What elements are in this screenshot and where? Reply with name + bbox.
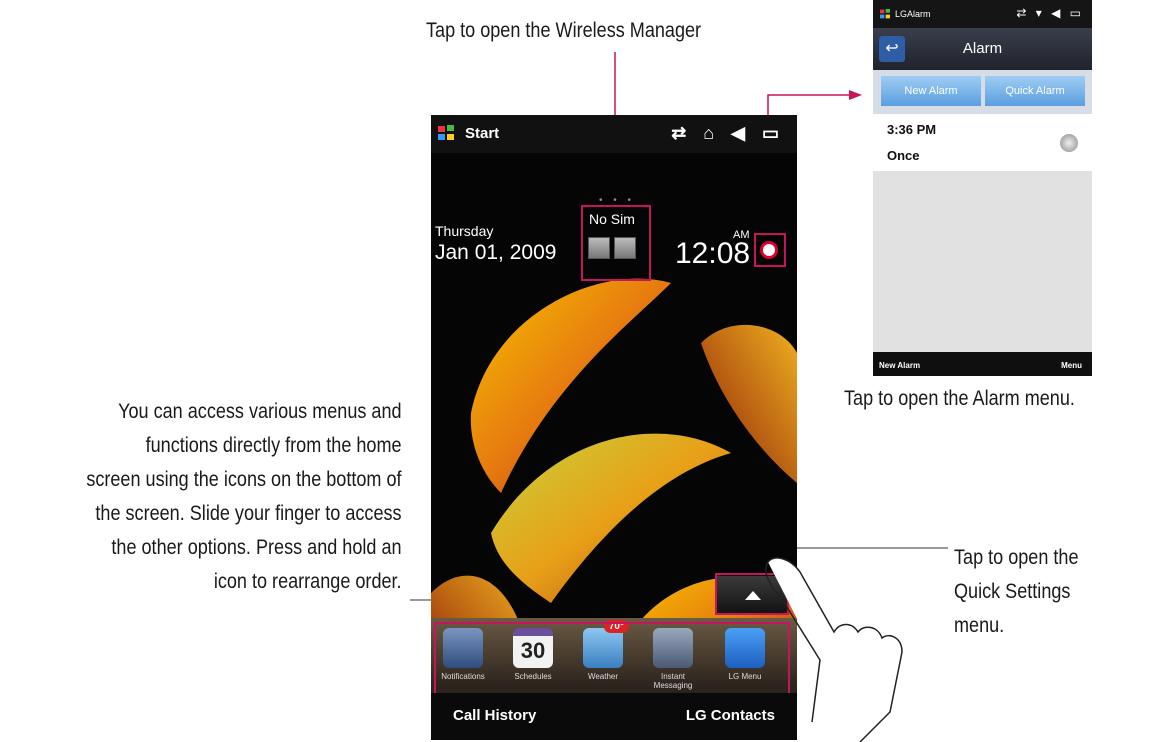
clock-time: 12:08 xyxy=(675,237,751,270)
alarm-button-bar: New Alarm Quick Alarm xyxy=(873,70,1092,114)
home-callout-line: functions directly from the home xyxy=(146,434,402,457)
date-label: Jan 01, 2009 xyxy=(435,241,557,264)
alarm-title: Alarm xyxy=(962,40,1003,57)
alarm-list-item[interactable]: 3:36 PM Once xyxy=(873,114,1092,171)
start-button[interactable]: Start xyxy=(465,125,499,142)
alarm-time: 3:36 PM xyxy=(887,122,937,137)
alarm-screen: LGAlarm ⇄ ▾ ◀ ▭ ↩ Alarm New Alarm Quick … xyxy=(873,0,1092,376)
alarm-status-bar: LGAlarm ⇄ ▾ ◀ ▭ xyxy=(873,0,1092,28)
quick-alarm-button[interactable]: Quick Alarm xyxy=(985,76,1085,106)
quick-settings-line: Tap to open the xyxy=(954,546,1079,569)
alarm-app-title: LGAlarm xyxy=(895,9,931,19)
home-callout-line: icon to rearrange order. xyxy=(214,570,402,593)
new-alarm-button[interactable]: New Alarm xyxy=(881,76,981,106)
windows-logo-icon[interactable] xyxy=(879,9,891,19)
alarm-empty-area xyxy=(873,171,1092,352)
alarm-status-icons[interactable]: ⇄ ▾ ◀ ▭ xyxy=(1016,6,1084,20)
wallpaper: • • • Thursday Jan 01, 2009 No Sim AM 12… xyxy=(431,153,797,728)
home-callout-line: screen using the icons on the bottom of xyxy=(86,468,402,491)
menu-softkey[interactable]: Menu xyxy=(1061,361,1082,370)
alarm-arrowhead xyxy=(849,90,862,100)
windows-logo-icon[interactable] xyxy=(437,125,455,141)
new-alarm-softkey[interactable]: New Alarm xyxy=(879,361,920,370)
quick-settings-line: Quick Settings xyxy=(954,580,1071,603)
wireless-highlight-box xyxy=(581,205,651,281)
quick-settings-callout: Tap to open the Quick Settings menu. xyxy=(954,541,1079,643)
home-callout-line: the screen. Slide your finger to access xyxy=(95,502,402,525)
alarm-highlight-box xyxy=(754,233,786,267)
phone-home-screen: Start ⇄ ⌂ ◀ ▭ • • • Thursday Jan 01, 200… xyxy=(431,115,797,740)
home-callout-line: the other options. Press and hold an xyxy=(111,536,402,559)
wireless-callout: Tap to open the Wireless Manager xyxy=(426,19,702,42)
call-history-softkey[interactable]: Call History xyxy=(453,707,536,724)
softkey-bar: Call History LG Contacts xyxy=(431,693,797,740)
home-screen-callout: You can access various menus and functio… xyxy=(87,395,402,599)
alarm-toggle-icon[interactable] xyxy=(1060,134,1078,152)
status-icons[interactable]: ⇄ ⌂ ◀ ▭ xyxy=(671,123,785,144)
status-bar: Start ⇄ ⌂ ◀ ▭ xyxy=(431,115,797,153)
quick-settings-line: menu. xyxy=(954,614,1005,637)
day-label: Thursday xyxy=(435,223,494,239)
alarm-callout: Tap to open the Alarm menu. xyxy=(844,387,1075,410)
home-callout-line: You can access various menus and xyxy=(118,400,402,423)
alarm-frequency: Once xyxy=(887,148,920,163)
finger-illustration xyxy=(765,557,903,742)
alarm-softkey-bar: New Alarm Menu xyxy=(873,352,1092,376)
alarm-header: ↩ Alarm xyxy=(873,28,1092,70)
